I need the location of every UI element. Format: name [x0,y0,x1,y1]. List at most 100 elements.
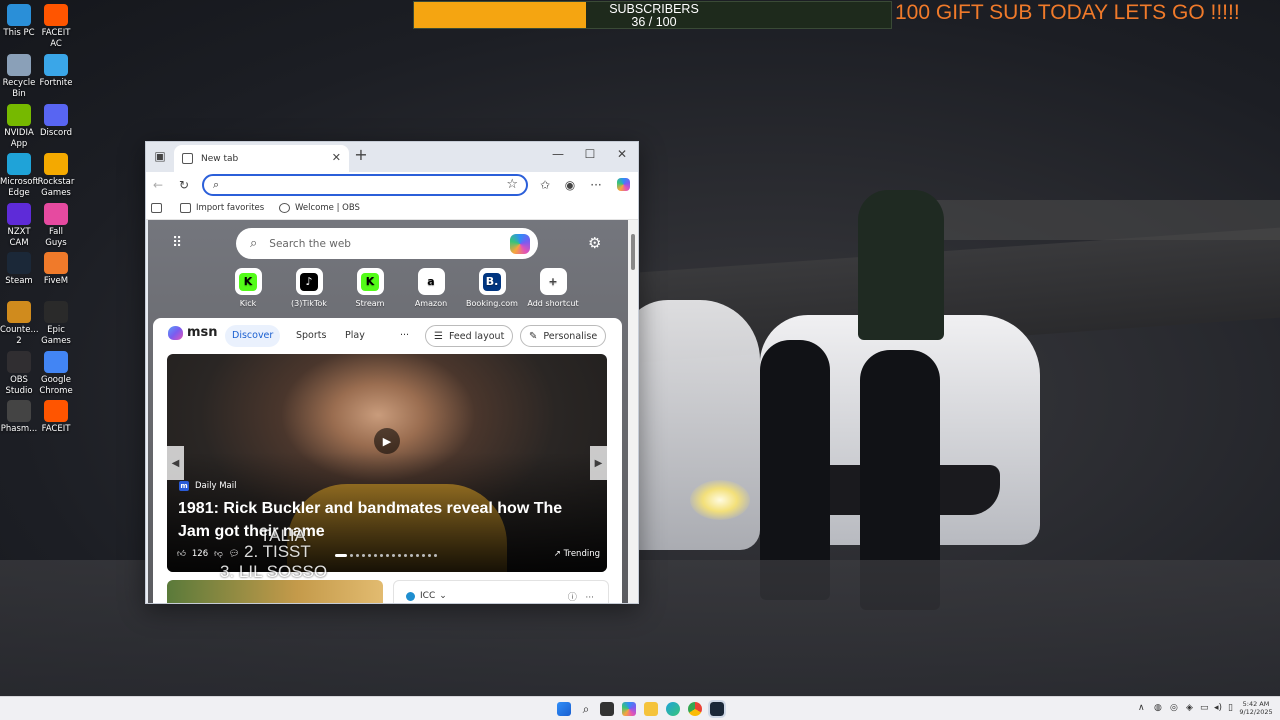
tab-new-tab[interactable]: New tab ✕ [174,145,349,172]
back-arrow-icon[interactable]: ← [149,178,167,192]
desktop-shortcut[interactable]: Phasm... [0,400,38,435]
carousel-dot[interactable] [368,554,371,557]
task-view-icon[interactable] [600,702,614,716]
profile-avatar-icon[interactable]: ◉ [561,178,579,192]
settings-more-icon[interactable]: ··· [587,178,605,192]
tray-app-icon[interactable]: ◍ [1154,703,1162,713]
taskbar-copilot-icon[interactable] [622,702,636,716]
carousel-dot[interactable] [422,554,425,557]
desktop-shortcut[interactable]: OBS Studio [0,351,38,396]
source-name: Daily Mail [195,481,237,491]
desktop-shortcut[interactable]: NVIDIA App [0,104,38,149]
carousel-dot[interactable] [434,554,437,557]
desktop-shortcut[interactable]: Recycle Bin [0,54,38,99]
desktop-shortcut[interactable]: Google Chrome [37,351,75,396]
close-window-icon[interactable]: ✕ [612,147,632,161]
desktop-shortcut[interactable]: Counte... 2 [0,301,39,346]
carousel-dot[interactable] [416,554,419,557]
file-explorer-icon[interactable] [644,702,658,716]
carousel-dot[interactable] [392,554,395,557]
favorites-bar-toggle[interactable] [151,203,167,213]
tab-discover[interactable]: Discover [225,325,281,347]
counter-strike-icon [7,301,31,323]
shortcut-tile[interactable]: + Add shortcut [523,268,583,308]
desktop-shortcut[interactable]: Rockstar Games ... [37,153,75,209]
desktop-shortcut[interactable]: Fall Guys [37,203,75,248]
favorite-import[interactable]: Import favorites [180,203,264,213]
carousel-dot[interactable] [362,554,365,557]
shortcut-tile[interactable]: K Stream [340,268,400,308]
copilot-search-icon[interactable] [510,234,530,254]
address-bar[interactable]: ⌕ ☆ [202,174,528,196]
desktop-shortcut[interactable]: Steam [0,252,38,287]
new-tab-plus-icon[interactable]: + [351,145,371,164]
carousel-dot[interactable] [410,554,413,557]
scrollbar-thumb[interactable] [631,234,635,270]
taskbar-chrome-icon[interactable] [688,702,702,716]
tray-steam-icon[interactable]: ◎ [1170,703,1178,713]
shortcut-label: Kick [239,299,257,308]
tray-chevron-icon[interactable]: ∧ [1138,703,1145,713]
desktop-shortcut[interactable]: FACEIT AC [37,4,75,49]
carousel-dot[interactable] [380,554,383,557]
desktop-shortcut[interactable]: This PC [0,4,38,39]
desktop-shortcut[interactable]: FACEIT [37,400,75,435]
feed-more-button[interactable]: ··· [393,325,416,347]
tab-sports[interactable]: Sports [289,325,333,347]
msn-logo[interactable]: msn [168,325,218,340]
play-video-icon[interactable]: ▶ [374,428,400,454]
carousel-dot[interactable] [335,554,347,557]
carousel-dot[interactable] [386,554,389,557]
start-windows-icon[interactable] [557,702,571,716]
title-bar[interactable]: ▣ New tab ✕ + — ☐ ✕ [146,142,638,172]
favorites-icon[interactable]: ✩ [536,178,554,192]
apps-grid-icon[interactable]: ⠿ [172,236,186,250]
card-info-more-icons[interactable]: ⓘ ··· [568,590,594,603]
volume-icon[interactable]: ◂) [1214,703,1222,713]
web-search-box[interactable]: ⌕ Search the web [236,228,538,259]
favorite-welcome-obs[interactable]: Welcome | OBS [279,203,360,213]
desktop-shortcut[interactable]: Fortnite [37,54,75,89]
personalise-button[interactable]: ✎ Personalise [520,325,607,347]
close-tab-icon[interactable]: ✕ [332,151,341,164]
carousel-prev-icon[interactable]: ◀ [167,446,184,480]
article-card-thumbnail[interactable] [167,580,383,603]
desktop-shortcut[interactable]: FiveM [37,252,75,287]
desktop-shortcut[interactable]: Discord [37,104,75,139]
thumbs-up-icon[interactable]: 👍︎ [177,549,186,559]
tab-actions-icon[interactable]: ▣ [150,149,170,163]
carousel-dot[interactable] [350,554,353,557]
shortcut-tile[interactable]: B. Booking.com [462,268,522,308]
taskbar-steam-icon[interactable] [708,700,726,718]
copilot-icon[interactable] [614,178,632,194]
network-icon[interactable]: ▭ [1200,703,1209,713]
carousel-dot[interactable] [398,554,401,557]
tab-play[interactable]: Play [338,325,372,347]
battery-icon[interactable]: ▯ [1228,703,1233,713]
article-card-icc[interactable]: ICC ⌄ ⓘ ··· [393,580,609,603]
shortcut-tile[interactable]: K Kick [218,268,278,308]
feed-layout-button[interactable]: ☰ Feed layout [425,325,514,347]
carousel-dot[interactable] [374,554,377,557]
carousel-dot[interactable] [356,554,359,557]
carousel-dot[interactable] [404,554,407,557]
page-scrollbar[interactable] [628,220,638,603]
fall-guys-icon [44,203,68,225]
shortcut-tile[interactable]: ♪ (3)TikTok [279,268,339,308]
taskbar-search-icon[interactable]: ⌕ [579,702,593,716]
maximize-icon[interactable]: ☐ [580,147,600,161]
favorite-star-icon[interactable]: ☆ [506,177,518,192]
chevron-down-icon[interactable]: ⌄ [439,591,447,601]
taskbar-edge-icon[interactable] [666,702,680,716]
refresh-icon[interactable]: ↻ [175,178,193,192]
tray-discord-icon[interactable]: ◈ [1186,703,1193,713]
page-settings-gear-icon[interactable]: ⚙ [588,234,601,252]
carousel-dot[interactable] [428,554,431,557]
carousel-next-icon[interactable]: ▶ [590,446,607,480]
desktop-shortcut[interactable]: Microsoft Edge [0,153,39,198]
shortcut-tile[interactable]: a Amazon [401,268,461,308]
desktop-shortcut[interactable]: NZXT CAM [0,203,38,248]
desktop-shortcut[interactable]: Epic Games ... [37,301,75,357]
taskbar-clock[interactable]: 5:42 AM 9/12/2025 [1238,700,1274,716]
minimize-icon[interactable]: — [548,147,568,161]
